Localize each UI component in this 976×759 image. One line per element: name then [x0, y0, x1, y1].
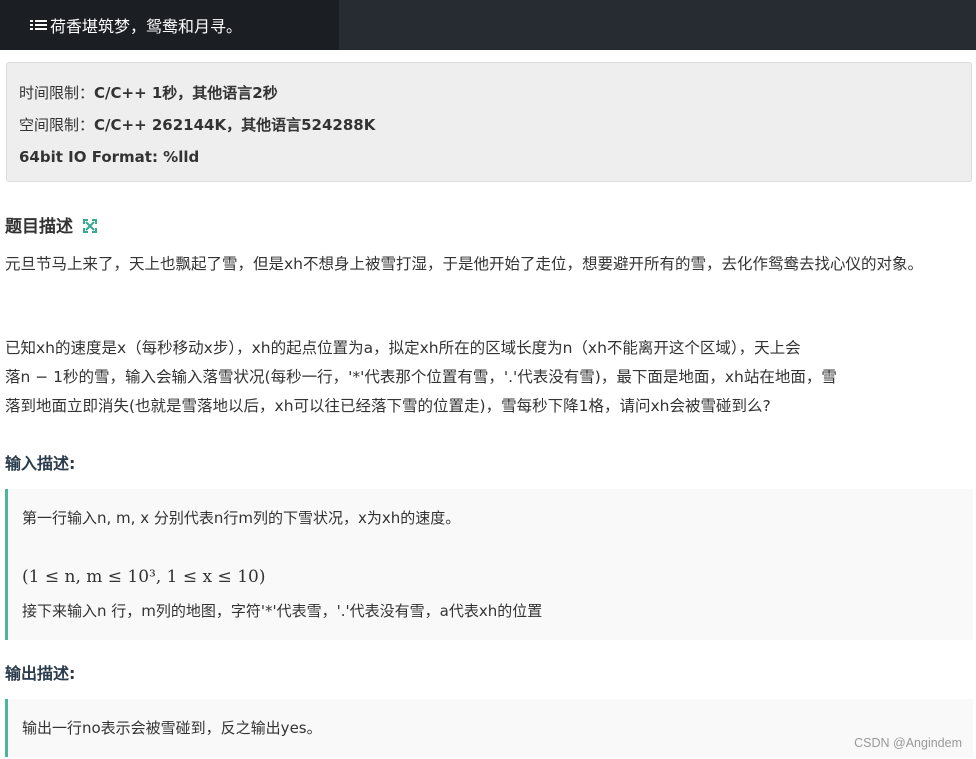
list-icon[interactable]: [30, 19, 47, 32]
input-blockquote: 第一行输入n, m, x 分别代表n行m列的下雪状况，x为xh的速度。 (1 ≤…: [5, 489, 973, 640]
top-navbar: 荷香堪筑梦，鸳鸯和月寻。: [0, 0, 976, 50]
description-heading: 题目描述: [5, 212, 97, 237]
io-format: 64bit IO Format: %lld: [19, 148, 200, 166]
input-constraints: (1 ≤ n, m ≤ 10³, 1 ≤ x ≤ 10): [22, 567, 266, 587]
output-blockquote: 输出一行no表示会被雪碰到，反之输出yes。: [5, 699, 973, 757]
input-line-3: 接下来输入n 行，m列的地图，字符'*'代表雪，'.'代表没有雪，a代表xh的位…: [22, 602, 543, 620]
output-line-1: 输出一行no表示会被雪碰到，反之输出yes。: [22, 719, 322, 737]
time-limit: 时间限制：C/C++ 1秒，其他语言2秒: [19, 84, 278, 102]
description-paragraph-1: 元旦节马上来了，天上也飘起了雪，但是xh不想身上被雪打湿，于是他开始了走位，想要…: [5, 255, 924, 273]
page-title: 荷香堪筑梦，鸳鸯和月寻。: [50, 17, 243, 36]
space-limit: 空间限制：C/C++ 262144K，其他语言524288K: [19, 116, 376, 134]
input-line-1: 第一行输入n, m, x 分别代表n行m列的下雪状况，x为xh的速度。: [22, 509, 461, 527]
input-heading: 输入描述:: [5, 454, 76, 473]
watermark: CSDN @Angindem: [854, 736, 962, 750]
limits-panel: 时间限制：C/C++ 1秒，其他语言2秒 空间限制：C/C++ 262144K，…: [6, 62, 972, 182]
page-title-bar[interactable]: 荷香堪筑梦，鸳鸯和月寻。: [0, 0, 339, 50]
output-heading: 输出描述:: [5, 664, 76, 683]
expand-icon[interactable]: [82, 219, 97, 233]
description-paragraph-2: 已知xh的速度是x（每秒移动x步），xh的起点位置为a，拟定xh所在的区域长度为…: [5, 339, 837, 415]
